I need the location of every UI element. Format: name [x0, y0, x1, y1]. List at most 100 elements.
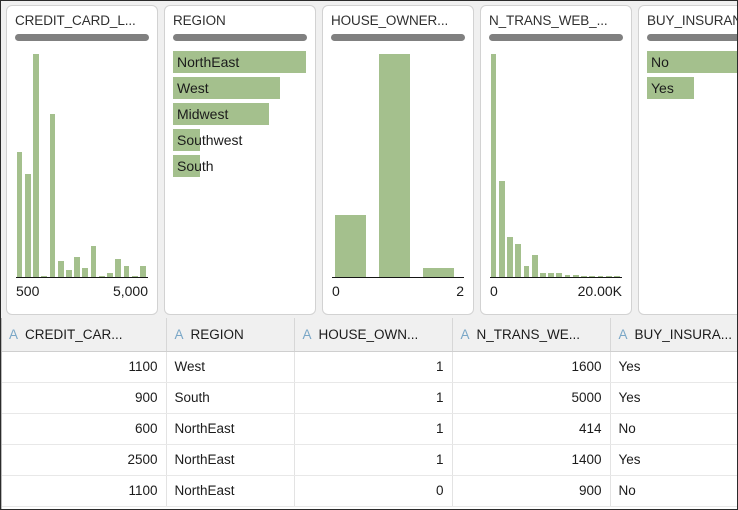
histogram-bar	[564, 274, 571, 277]
histogram-bar	[335, 214, 366, 277]
text-type-icon: A	[302, 326, 312, 342]
column-header-label: N_TRANS_WE...	[476, 326, 581, 342]
table-cell: 414	[452, 413, 611, 445]
axis-max-label: 2	[456, 283, 464, 299]
table-cell: 600	[1, 413, 167, 445]
panel-header-bar	[489, 34, 623, 41]
histogram-bar	[65, 270, 72, 277]
table-cell: 1	[294, 413, 453, 445]
table-cell: Yes	[610, 382, 737, 414]
category-label: NorthEast	[177, 54, 240, 70]
category-label: West	[177, 80, 209, 96]
panel-title: BUY_INSURANCE	[647, 13, 737, 28]
panel-header-bar	[173, 34, 307, 41]
column-header-label: HOUSE_OWN...	[318, 326, 419, 342]
table-cell: 1100	[1, 351, 167, 383]
panel-credit-card-limit[interactable]: CREDIT_CARD_L... 500 5,000	[6, 5, 158, 315]
panel-header-bar	[15, 34, 149, 41]
histogram-bar	[597, 275, 604, 277]
panel-title: N_TRANS_WEB_...	[489, 13, 608, 28]
table-cell: 5000	[452, 382, 611, 414]
histogram-bar	[33, 54, 39, 277]
header-row: A CREDIT_CAR... A REGION A HOUSE_OWN... A N_TRA…	[1, 318, 737, 352]
histogram-plot-area	[332, 54, 464, 278]
category-row[interactable]: Yes	[647, 75, 737, 101]
histogram-axis: 0 2	[332, 280, 464, 302]
axis-min-label: 0	[332, 283, 340, 299]
histogram-bar	[507, 236, 513, 277]
histogram-plot-area	[16, 54, 148, 278]
histogram-bar	[24, 174, 31, 277]
category-row[interactable]: Midwest	[173, 101, 315, 127]
table-cell: 2500	[1, 444, 167, 476]
histogram-bar	[589, 275, 596, 277]
panel-buy-insurance[interactable]: BUY_INSURANCE No Yes	[638, 5, 737, 315]
histogram-credit-card-limit: 500 5,000	[16, 54, 148, 306]
column-header[interactable]: A HOUSE_OWN...	[294, 318, 453, 352]
table-cell: 1	[294, 444, 453, 476]
panel-n-trans-web[interactable]: N_TRANS_WEB_... 0 20.00K	[480, 5, 632, 315]
panel-title: REGION	[173, 13, 226, 28]
histogram-bars	[332, 54, 464, 277]
table-cell: West	[166, 351, 295, 383]
table-cell: 1	[294, 351, 453, 383]
table-cell: NorthEast	[166, 413, 295, 445]
data-grid[interactable]: A CREDIT_CAR... A REGION A HOUSE_OWN... A N_TRA…	[1, 318, 737, 509]
histogram-bar	[90, 245, 97, 277]
category-list-region: NorthEast West Midwest Southwest South	[165, 49, 315, 179]
axis-max-label: 20.00K	[577, 283, 622, 299]
histogram-bars	[16, 54, 148, 277]
table-cell: 900	[452, 475, 611, 507]
table-cell: 900	[1, 382, 167, 414]
axis-min-label: 0	[490, 283, 498, 299]
panel-house-owner[interactable]: HOUSE_OWNER... 0 2	[322, 5, 474, 315]
histogram-bar	[614, 275, 620, 277]
histogram-axis: 0 20.00K	[490, 280, 622, 302]
histogram-bar	[605, 275, 612, 277]
table-row[interactable]: 900 South 1 5000 Yes	[1, 382, 737, 414]
histogram-bar	[539, 272, 546, 277]
panel-title: HOUSE_OWNER...	[331, 13, 449, 28]
category-row[interactable]: No	[647, 49, 737, 75]
table-cell: 1	[294, 382, 453, 414]
panel-region[interactable]: REGION NorthEast West Midwest Southwest Sout…	[164, 5, 316, 315]
column-header[interactable]: A CREDIT_CAR...	[1, 318, 167, 352]
column-header[interactable]: A N_TRANS_WE...	[452, 318, 611, 352]
category-label: Southwest	[177, 132, 243, 148]
histogram-bar	[523, 265, 530, 277]
table-cell: Yes	[610, 351, 737, 383]
histogram-bar	[49, 114, 56, 277]
category-label: Yes	[651, 80, 674, 96]
table-cell: NorthEast	[166, 444, 295, 476]
table-row[interactable]: 1100 NorthEast 0 900 No	[1, 475, 737, 507]
table-row[interactable]: 2500 NorthEast 1 1400 Yes	[1, 444, 737, 476]
table-row[interactable]: 1100 West 1 1600 Yes	[1, 351, 737, 383]
column-header-label: REGION	[190, 326, 244, 342]
histogram-bar	[423, 268, 454, 277]
column-header-label: CREDIT_CAR...	[25, 326, 123, 342]
column-header[interactable]: A REGION	[166, 318, 295, 352]
category-row[interactable]: West	[173, 75, 315, 101]
profile-panels: CREDIT_CARD_L... 500 5,000 REGION NorthE…	[1, 1, 737, 318]
table-row[interactable]: 600 NorthEast 1 414 No	[1, 413, 737, 445]
table-cell: Yes	[610, 444, 737, 476]
histogram-bar	[548, 272, 554, 277]
axis-min-label: 500	[16, 283, 40, 299]
histogram-bar	[572, 274, 579, 277]
histogram-bar	[16, 152, 23, 277]
text-type-icon: A	[174, 326, 184, 342]
histogram-bar	[131, 275, 138, 277]
histogram-bar	[140, 265, 146, 277]
category-row[interactable]: NorthEast	[173, 49, 315, 75]
data-profile-window: CREDIT_CARD_L... 500 5,000 REGION NorthE…	[0, 0, 738, 510]
histogram-bar	[107, 272, 113, 277]
category-row[interactable]: South	[173, 153, 315, 179]
category-row[interactable]: Southwest	[173, 127, 315, 153]
data-grid-body: 1100 West 1 1600 Yes 900 South 1 5000 Yes 600 North…	[1, 351, 737, 507]
table-cell: 1100	[1, 475, 167, 507]
axis-max-label: 5,000	[112, 283, 148, 299]
table-cell: 1400	[452, 444, 611, 476]
table-cell: NorthEast	[166, 475, 295, 507]
histogram-bars	[490, 54, 622, 277]
column-header[interactable]: A BUY_INSURA...	[610, 318, 737, 352]
